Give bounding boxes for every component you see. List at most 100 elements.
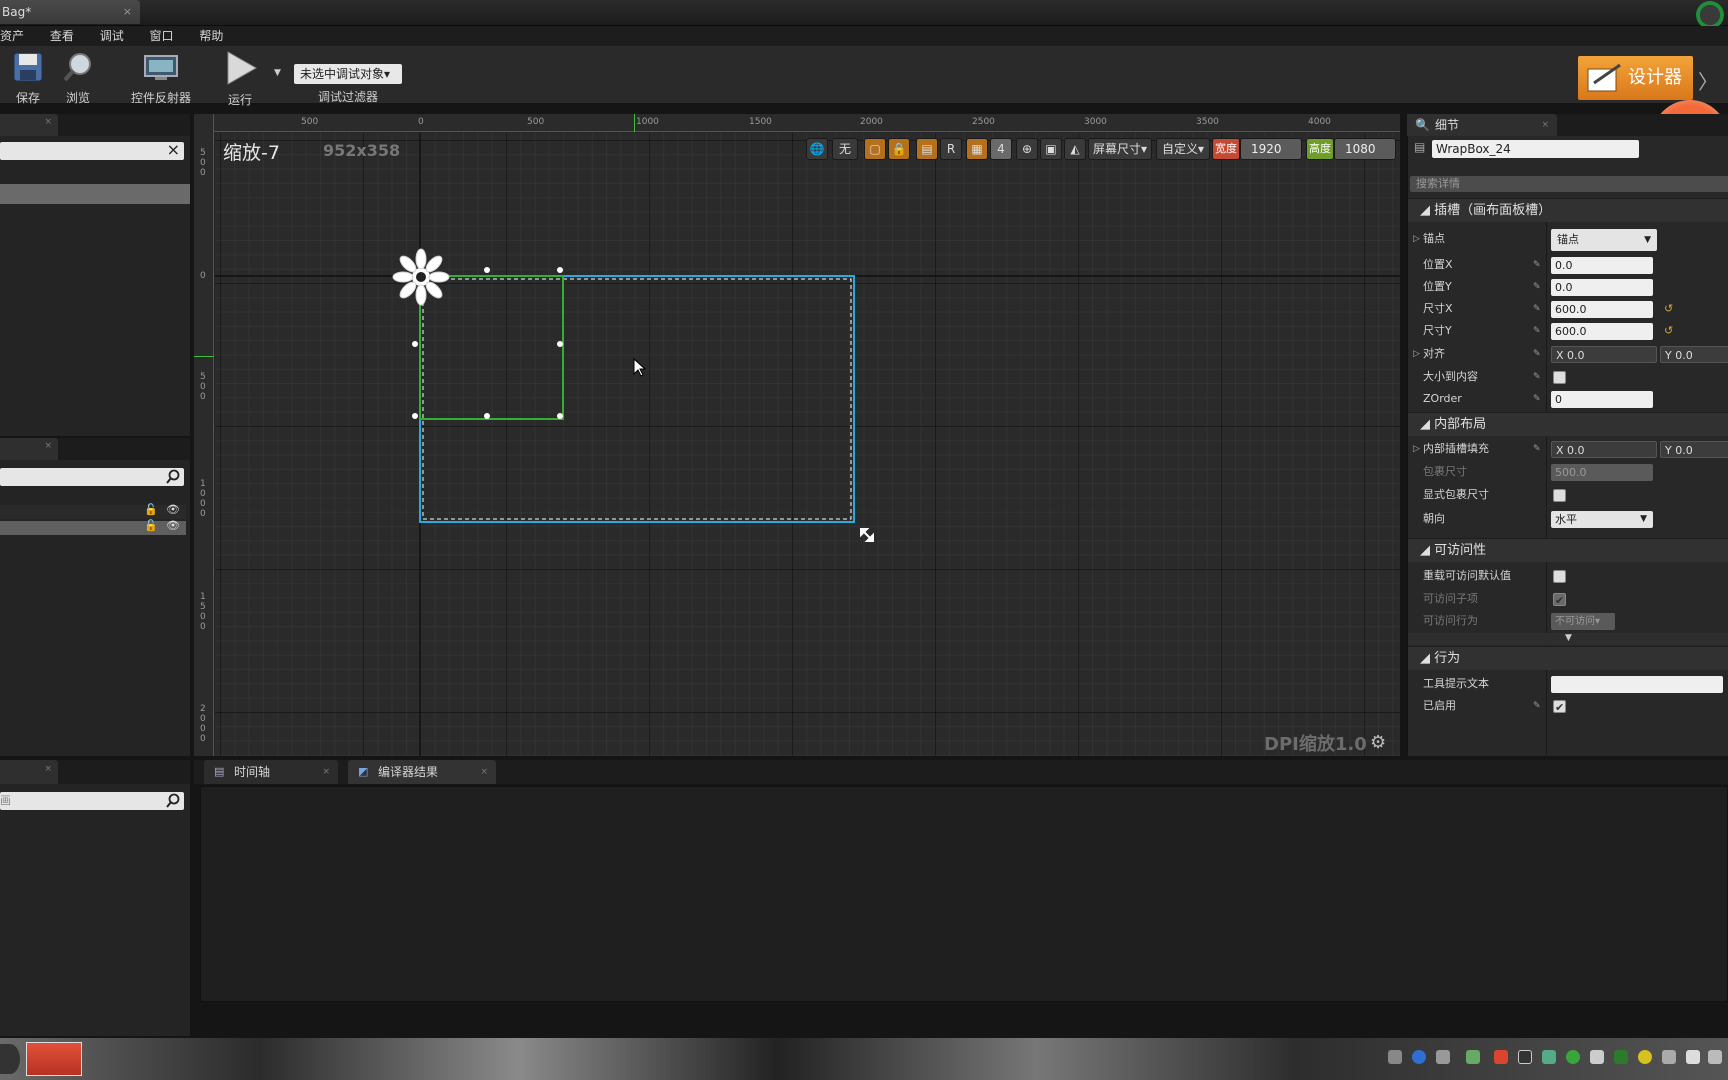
slot-category-header[interactable]: ◢ 插槽（画布面板槽） [1408, 198, 1728, 222]
expand-advanced-arrow-icon[interactable]: ▼ [1408, 633, 1728, 645]
position-x-input[interactable]: 0.0 [1551, 257, 1653, 274]
details-search-input[interactable]: 搜索详情 [1410, 176, 1728, 192]
inner-padding-y-input[interactable]: Y 0.0 [1660, 441, 1728, 458]
tray-icon[interactable] [1436, 1050, 1450, 1064]
size-y-input[interactable]: 600.0 [1551, 323, 1653, 340]
chevron-right-icon[interactable]: 〉 [1698, 66, 1718, 95]
tooltip-input[interactable] [1551, 676, 1723, 693]
widget-name-input[interactable]: WrapBox_24 [1432, 140, 1639, 158]
explicit-wrap-row: 显式包裹尺寸 [1408, 484, 1728, 506]
expand-arrow-icon[interactable]: ▷ [1413, 343, 1420, 365]
close-icon[interactable]: × [123, 0, 132, 24]
binding-icon[interactable]: ✎ [1533, 276, 1541, 298]
gear-icon[interactable]: ⚙ [1370, 732, 1386, 753]
zorder-input[interactable]: 0 [1551, 391, 1653, 408]
size-x-input[interactable]: 600.0 [1551, 301, 1653, 318]
eye-icon[interactable]: 👁 [166, 503, 180, 516]
behavior-category-header[interactable]: ◢ 行为 [1408, 646, 1728, 670]
designer-icon [1587, 63, 1621, 92]
close-icon[interactable]: × [322, 760, 330, 784]
nvidia-tray-icon[interactable] [1614, 1050, 1628, 1064]
close-icon[interactable]: × [44, 441, 52, 451]
menu-window[interactable]: 窗口 [150, 26, 174, 46]
explicit-wrap-checkbox[interactable] [1553, 489, 1566, 502]
debug-target-dropdown[interactable]: 未选中调试对象▾ [294, 64, 402, 84]
lock-icon[interactable]: 🔓 [144, 519, 158, 532]
binding-icon[interactable]: ✎ [1533, 388, 1541, 410]
close-icon[interactable]: × [1541, 114, 1549, 136]
orientation-dropdown[interactable]: 水平 ▼ [1551, 511, 1653, 528]
autosize-checkbox[interactable] [1553, 371, 1566, 384]
canvas-widgets[interactable] [215, 133, 1400, 756]
help-tray-icon[interactable] [1412, 1050, 1426, 1064]
animations-tab[interactable]: × [0, 760, 58, 784]
start-button[interactable] [0, 1044, 20, 1074]
terminal-tray-icon[interactable] [1518, 1050, 1532, 1064]
designer-button[interactable]: 设计器 [1578, 56, 1693, 100]
run-options-arrow-icon[interactable]: ▼ [274, 68, 281, 78]
binding-icon[interactable]: ✎ [1533, 366, 1541, 388]
close-icon[interactable]: × [44, 764, 52, 774]
binding-icon[interactable]: ✎ [1533, 695, 1541, 717]
network-tray-icon[interactable] [1542, 1050, 1556, 1064]
binding-icon[interactable]: ✎ [1533, 343, 1541, 365]
wechat-tray-icon[interactable] [1566, 1050, 1580, 1064]
hierarchy-row[interactable]: 🔓 👁 [0, 503, 186, 519]
reset-arrow-icon[interactable]: ↺ [1664, 320, 1673, 342]
ruler-tick-label: 5 0 0 [200, 148, 206, 178]
reset-arrow-icon[interactable]: ↺ [1664, 298, 1673, 320]
tray-icon[interactable] [1638, 1050, 1652, 1064]
menu-assets[interactable]: 资产 [0, 26, 24, 46]
hierarchy-tab[interactable]: × [0, 438, 58, 460]
palette-search-input[interactable]: × [0, 140, 184, 160]
ruler-tick-label: 2 0 0 0 [200, 704, 206, 744]
close-icon[interactable]: × [44, 117, 52, 127]
alignment-x-input[interactable]: X 0.0 [1551, 346, 1657, 363]
document-tab[interactable]: Bag* × [0, 0, 140, 24]
override-accessible-checkbox[interactable] [1553, 570, 1566, 583]
taskbar-app-icon[interactable] [26, 1042, 82, 1076]
lock-icon[interactable]: 🔓 [144, 503, 158, 516]
enabled-checkbox[interactable] [1553, 697, 1566, 719]
menu-view[interactable]: 查看 [50, 26, 74, 46]
notification-tray-icon[interactable] [1708, 1050, 1722, 1064]
keyboard-tray-icon[interactable] [1388, 1050, 1402, 1064]
tab-timeline[interactable]: ▤ 时间轴 × [204, 760, 338, 784]
menu-help[interactable]: 帮助 [199, 26, 223, 46]
clear-icon[interactable]: × [167, 140, 180, 159]
inner-padding-x-input[interactable]: X 0.0 [1551, 441, 1657, 458]
anchor-dropdown[interactable]: 锚点 ▼ [1551, 229, 1657, 251]
inner-layout-category-header[interactable]: ◢ 内部布局 [1408, 412, 1728, 436]
details-tab[interactable]: 🔍 细节 × [1407, 114, 1557, 136]
collapse-arrow-icon: ◢ [1420, 543, 1435, 558]
zorder-row: ZOrder ✎ 0 [1408, 388, 1728, 410]
palette-selected-row[interactable] [0, 184, 190, 204]
tray-icon[interactable] [1662, 1050, 1676, 1064]
run-button[interactable]: 运行 [218, 50, 262, 108]
animations-search-input[interactable]: 画 [0, 792, 184, 810]
binding-icon[interactable]: ✎ [1533, 320, 1541, 342]
alignment-y-input[interactable]: Y 0.0 [1660, 346, 1728, 363]
eye-icon[interactable]: 👁 [166, 519, 180, 532]
app-tray-icon[interactable] [1494, 1050, 1508, 1064]
binding-icon[interactable]: ✎ [1533, 298, 1541, 320]
expand-arrow-icon[interactable]: ▷ [1413, 228, 1420, 250]
menu-debug[interactable]: 调试 [100, 26, 124, 46]
binding-icon[interactable]: ✎ [1533, 254, 1541, 276]
volume-tray-icon[interactable] [1686, 1050, 1700, 1064]
tooltip-row: 工具提示文本 [1408, 673, 1728, 695]
hierarchy-row-selected[interactable]: 🔓 👁 [0, 519, 186, 535]
hierarchy-search-input[interactable] [0, 468, 184, 486]
expand-arrow-icon[interactable]: ▷ [1413, 438, 1420, 460]
tab-compiler-results[interactable]: ◩ 编译器结果 × [348, 760, 496, 784]
binding-icon[interactable]: ✎ [1533, 438, 1541, 460]
widget-reflector-button[interactable]: 控件反射器 [126, 50, 196, 106]
position-y-input[interactable]: 0.0 [1551, 279, 1653, 296]
browse-button[interactable]: 浏览 [56, 50, 100, 106]
battery-tray-icon[interactable] [1466, 1050, 1480, 1064]
tray-icon[interactable] [1590, 1050, 1604, 1064]
save-button[interactable]: 保存 [8, 50, 48, 106]
close-icon[interactable]: × [480, 760, 488, 784]
palette-tab[interactable]: × [0, 114, 58, 136]
accessibility-category-header[interactable]: ◢ 可访问性 [1408, 538, 1728, 562]
